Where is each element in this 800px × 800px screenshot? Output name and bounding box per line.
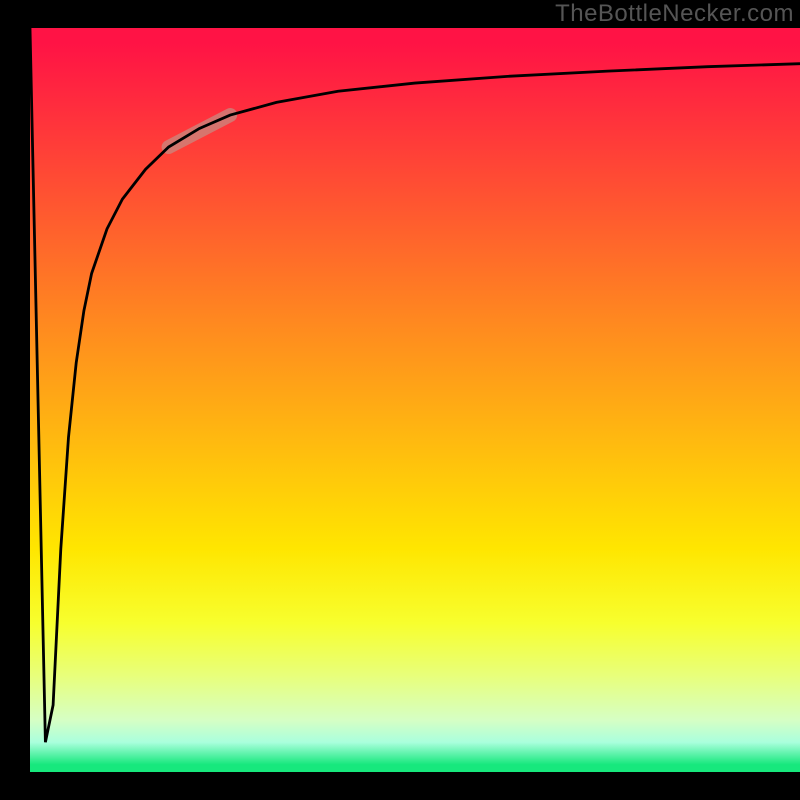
chart-frame: TheBottleNecker.com (0, 0, 800, 800)
watermark: TheBottleNecker.com (555, 0, 794, 28)
plot-area (30, 28, 800, 772)
